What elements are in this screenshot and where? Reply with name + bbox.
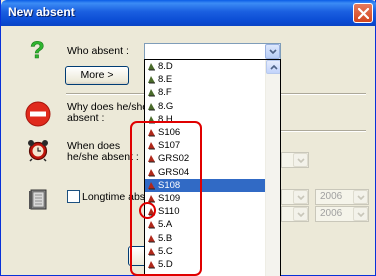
end-year-dropdown-button[interactable] xyxy=(353,207,368,221)
title-bar[interactable]: New absent xyxy=(1,0,376,26)
dropdown-item[interactable]: 8.D xyxy=(145,60,267,73)
start-month-combo[interactable] xyxy=(281,189,309,205)
chevron-down-icon xyxy=(357,195,365,201)
chevron-up-icon xyxy=(270,64,278,70)
dropdown-item-label: 8.D xyxy=(158,61,173,72)
class-group-icon xyxy=(148,63,155,71)
close-icon xyxy=(358,8,369,19)
end-year-value: 2006 xyxy=(320,208,343,219)
chevron-down-icon xyxy=(297,195,305,201)
end-month-combo[interactable] xyxy=(281,206,309,222)
scroll-up-button[interactable] xyxy=(266,60,280,74)
start-year-combo[interactable]: 2006 xyxy=(315,189,369,205)
window-title: New absent xyxy=(8,5,75,19)
why-label-line2: absent : xyxy=(67,112,105,124)
when-combo[interactable] xyxy=(281,152,309,168)
separator xyxy=(66,93,144,95)
start-year-dropdown-button[interactable] xyxy=(353,190,368,204)
new-absent-dialog: New absent ? Who absent : More > Why doe… xyxy=(0,0,376,276)
dropdown-scrollbar[interactable] xyxy=(265,60,280,276)
highlight-circle xyxy=(139,202,156,219)
end-month-dropdown-button[interactable] xyxy=(293,207,308,221)
dropdown-item[interactable]: 8.G xyxy=(145,100,267,113)
chevron-down-icon xyxy=(357,212,365,218)
dropdown-item-label: 8.F xyxy=(158,87,172,99)
alarm-clock-icon xyxy=(28,140,48,162)
class-group-icon xyxy=(148,76,155,84)
no-entry-icon xyxy=(25,101,51,127)
separator xyxy=(281,93,366,95)
longtime-absence-checkbox[interactable] xyxy=(67,190,80,203)
who-absent-dropdown-button[interactable] xyxy=(265,44,280,59)
start-year-value: 2006 xyxy=(320,191,343,202)
calendar-icon xyxy=(29,189,47,210)
dropdown-item[interactable]: 8.E xyxy=(145,73,267,86)
dropdown-item-label: 8.G xyxy=(158,100,174,112)
dropdown-item-label: 8.E xyxy=(158,74,173,86)
who-absent-label: Who absent : xyxy=(67,45,129,57)
class-group-icon xyxy=(148,102,155,111)
class-group-icon xyxy=(148,89,155,97)
chevron-down-icon xyxy=(297,212,305,218)
chevron-down-icon xyxy=(297,158,305,164)
separator xyxy=(281,130,366,132)
when-combo-dropdown-button[interactable] xyxy=(293,153,308,167)
question-mark-icon: ? xyxy=(30,37,45,65)
start-month-dropdown-button[interactable] xyxy=(293,190,308,204)
who-absent-combo[interactable] xyxy=(144,43,281,60)
svg-text:?: ? xyxy=(30,37,45,64)
dropdown-item[interactable]: 8.F xyxy=(145,86,267,99)
chevron-down-icon xyxy=(269,49,277,55)
end-year-combo[interactable]: 2006 xyxy=(315,206,369,222)
more-button[interactable]: More > xyxy=(65,66,129,85)
highlight-box xyxy=(130,121,202,276)
close-button[interactable] xyxy=(353,3,373,23)
when-label-line2: he/she absent : xyxy=(67,151,139,163)
